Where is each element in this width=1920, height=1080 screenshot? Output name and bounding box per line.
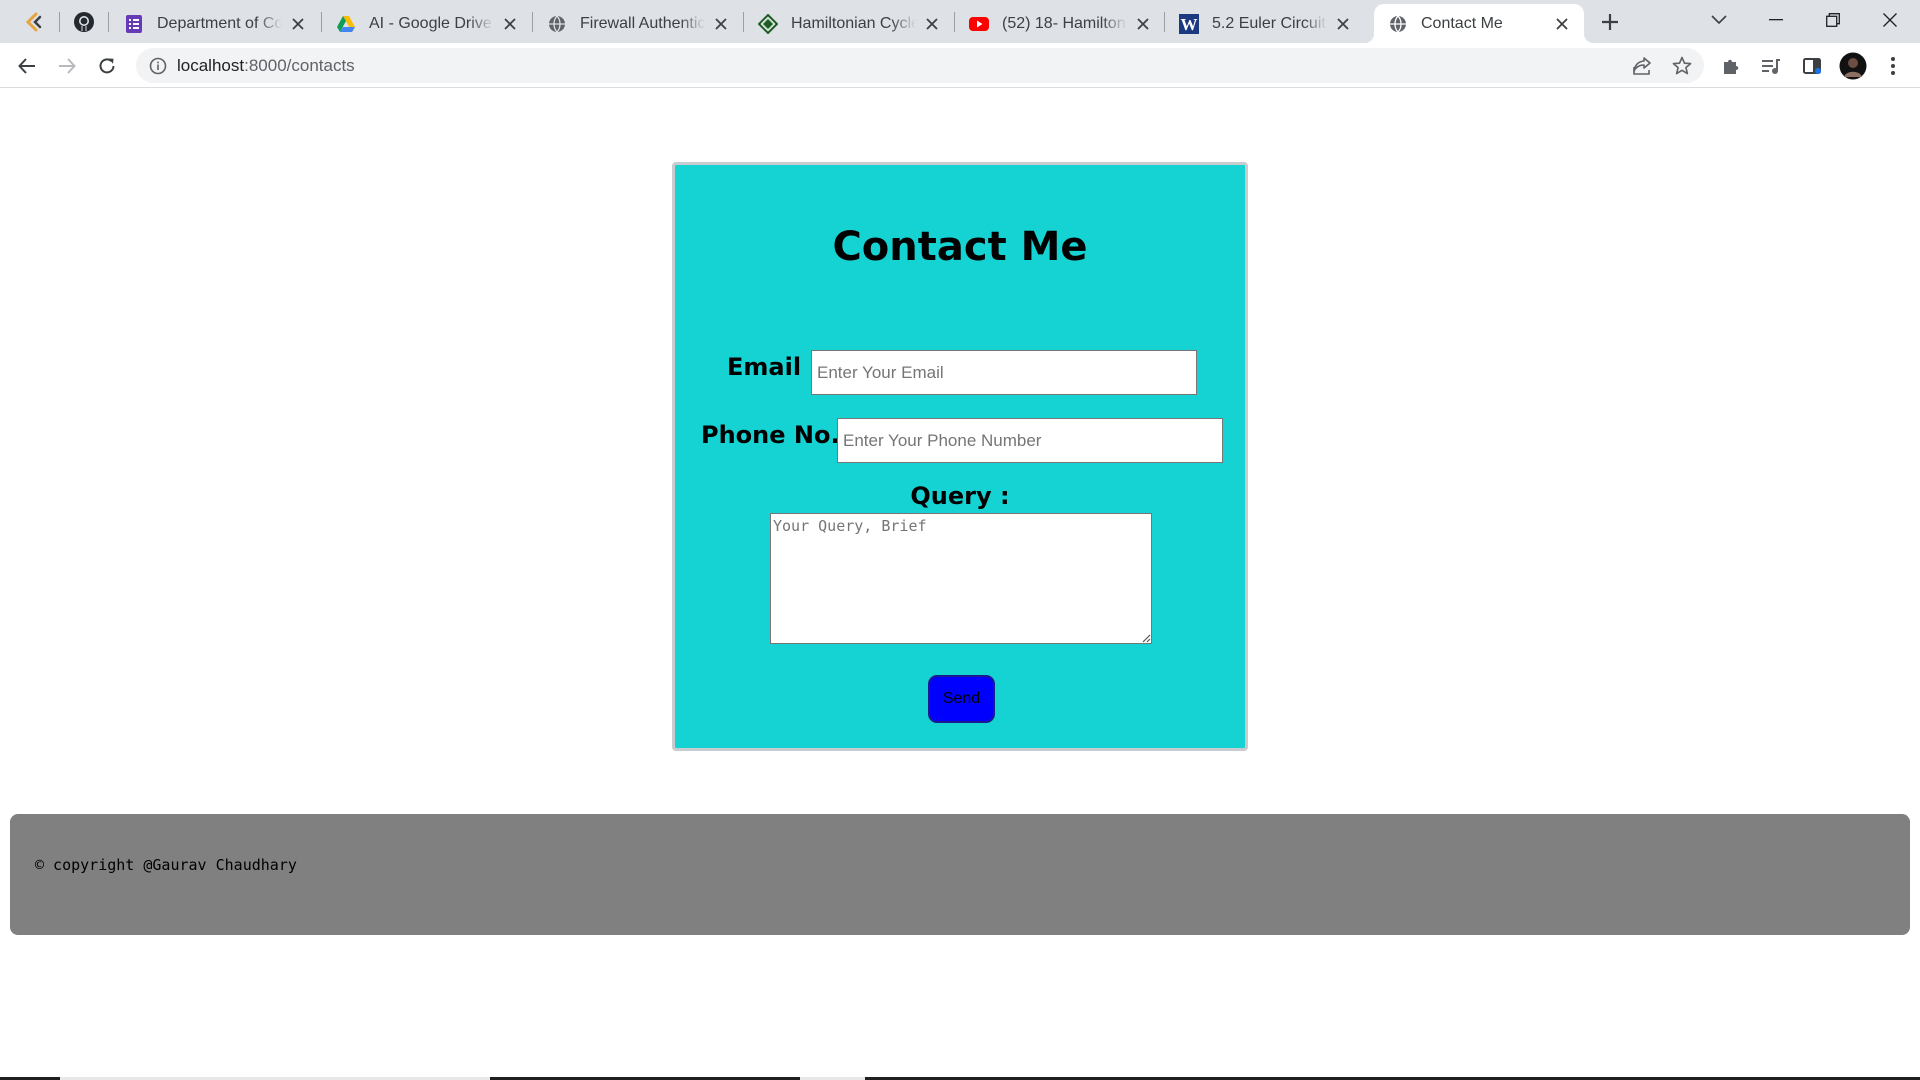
forms-icon (124, 14, 144, 34)
plus-icon (1602, 13, 1618, 30)
email-field[interactable] (811, 350, 1197, 395)
resize-handle-icon[interactable] (1141, 633, 1151, 643)
back-button[interactable] (10, 49, 44, 83)
puzzle-icon (1724, 59, 1739, 74)
new-tab-button[interactable] (1592, 0, 1628, 43)
youtube-icon (969, 14, 989, 34)
page-title: Contact Me (832, 224, 1088, 270)
word-icon: W (1179, 13, 1199, 34)
svg-text:W: W (1181, 15, 1198, 34)
send-button[interactable]: Send (928, 675, 995, 723)
tab-search-button[interactable] (1691, 0, 1747, 40)
contact-form-card: Contact Me Email : Phone No. : Query : S… (672, 162, 1248, 751)
url-path: :8000/contacts (244, 56, 355, 75)
tab-title: Contact Me (1421, 14, 1503, 32)
phone-label: Phone No. : (701, 421, 858, 449)
tab-euler-circuits[interactable]: W 5.2 Euler Circuits and (1165, 4, 1365, 43)
share-icon[interactable] (1630, 54, 1654, 78)
bookmark-star-icon[interactable] (1670, 54, 1694, 78)
more-vert-icon (1891, 57, 1895, 75)
page-footer: © copyright @Gaurav Chaudhary (10, 814, 1910, 935)
chrome-back-icon (25, 12, 42, 31)
address-bar[interactable]: localhost:8000/contacts (136, 48, 1704, 83)
menu-button[interactable] (1876, 49, 1910, 83)
github-icon (74, 11, 94, 32)
arrow-left-icon (18, 58, 35, 74)
tab-title: AI - Google Drive (369, 14, 492, 32)
restore-button[interactable] (1805, 0, 1861, 40)
close-icon (1883, 13, 1897, 27)
media-control-button[interactable] (1754, 49, 1788, 83)
tab-title: (52) 18- Hamiltonian (1002, 14, 1127, 32)
side-panel-button[interactable] (1795, 49, 1829, 83)
tab-title: Hamiltonian Cycle (791, 14, 916, 32)
copyright-text: © copyright @Gaurav Chaudhary (35, 856, 297, 874)
email-label: Email : (727, 353, 820, 381)
google-drive-icon (336, 14, 356, 34)
tab-hamiltonian-cycle[interactable]: Hamiltonian Cycle (744, 4, 954, 43)
tab-title: Firewall Authentication (580, 14, 705, 32)
query-textarea[interactable] (770, 513, 1152, 644)
close-tab-icon[interactable] (1333, 14, 1353, 34)
browser-toolbar: localhost:8000/contacts (0, 43, 1920, 88)
reload-button[interactable] (90, 49, 124, 83)
pinned-tab[interactable] (14, 0, 54, 43)
tab-title: Department of Computer (157, 14, 282, 32)
restore-icon (1826, 13, 1840, 27)
tab-contact-me[interactable]: Contact Me (1364, 4, 1594, 43)
close-tab-icon[interactable] (1133, 14, 1153, 34)
globe-icon (1388, 14, 1408, 34)
globe-icon (547, 14, 567, 34)
url-text[interactable]: localhost:8000/contacts (177, 56, 355, 76)
extensions-button[interactable] (1714, 49, 1748, 83)
tab-department[interactable]: Department of Computer (110, 4, 320, 43)
close-window-button[interactable] (1862, 0, 1918, 40)
close-tab-icon[interactable] (500, 14, 520, 34)
close-tab-icon[interactable] (922, 14, 942, 34)
close-tab-icon[interactable] (1552, 14, 1572, 34)
reload-icon (99, 58, 115, 74)
tab-strip: Department of Computer AI - Google Drive… (0, 0, 1920, 43)
minimize-icon (1769, 19, 1783, 21)
forward-button[interactable] (50, 49, 84, 83)
queue-music-icon (1762, 59, 1780, 74)
profile-button[interactable] (1836, 49, 1870, 83)
tab-firewall[interactable]: Firewall Authentication (533, 4, 743, 43)
tab-youtube[interactable]: (52) 18- Hamiltonian (955, 4, 1165, 43)
url-host: localhost (177, 56, 245, 75)
avatar (1839, 52, 1867, 80)
close-tab-icon[interactable] (711, 14, 731, 34)
minimize-button[interactable] (1748, 0, 1804, 40)
phone-field[interactable] (837, 418, 1223, 463)
tab-google-drive[interactable]: AI - Google Drive (322, 4, 532, 43)
tab-title: 5.2 Euler Circuits and (1212, 14, 1327, 32)
arrow-right-icon (59, 58, 76, 74)
diamond-icon (758, 13, 778, 34)
close-tab-icon[interactable] (288, 14, 308, 34)
info-icon[interactable] (148, 56, 168, 76)
chevron-down-icon (1711, 15, 1727, 25)
query-label: Query : (910, 482, 1010, 510)
side-panel-icon (1803, 58, 1821, 74)
pinned-tab-github[interactable] (64, 0, 104, 43)
